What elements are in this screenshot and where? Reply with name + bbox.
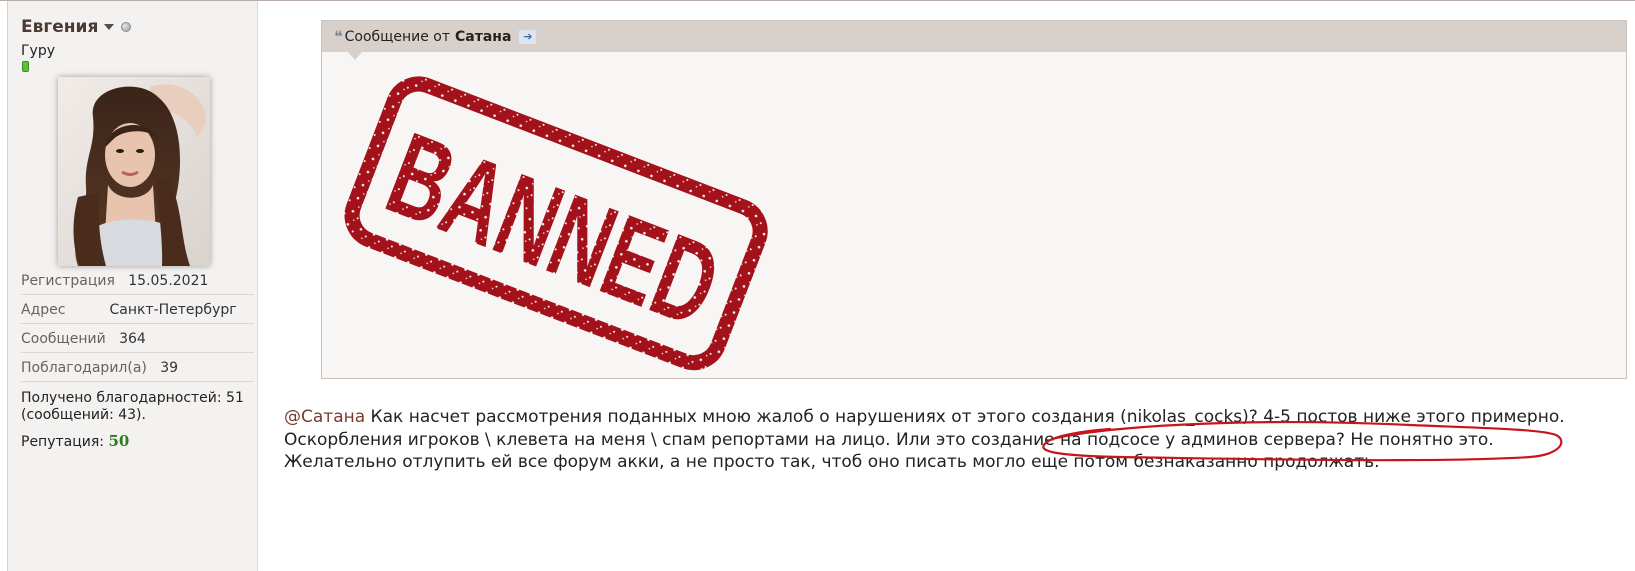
offline-status-icon [121,22,132,32]
chevron-down-icon[interactable] [104,24,115,30]
address-value: Санкт-Петербург [109,302,237,318]
avatar[interactable] [58,77,210,266]
avatar-photo-icon [58,77,210,266]
address-row: Адрес Санкт-Петербург [21,302,254,324]
thanked-row: Поблагодарил(а) 39 [21,360,254,382]
thanks-received: Получено благодарностей: 51 (сообщений: … [21,390,244,423]
registration-row: Регистрация 15.05.2021 [21,273,254,295]
reputation-row: Репутация: 50 [21,432,254,450]
reputation-value: 50 [108,432,130,450]
user-sidebar: Евгения Гуру Регистрация 15.05.2021 Адре… [8,1,258,571]
mention-link[interactable]: @Сатана [284,407,365,427]
view-post-arrow-icon[interactable]: ➔ [519,29,537,44]
thanked-value: 39 [160,360,179,376]
registration-label: Регистрация [21,273,115,289]
username-row[interactable]: Евгения [21,17,132,37]
messages-label: Сообщений [21,331,106,347]
quote-block: ❝ Сообщение от Сатана ➔ BANNED [321,20,1627,379]
banned-stamp-image: BANNED [334,71,779,371]
username-link[interactable]: Евгения [21,17,98,37]
messages-value: 364 [119,331,146,347]
red-annotation-circle [1042,421,1563,462]
user-title: Гуру [21,43,55,59]
quote-author[interactable]: Сатана [455,29,511,45]
rank-bar-icon [22,61,29,72]
reputation-label: Репутация: [21,434,104,450]
quote-header: ❝ Сообщение от Сатана ➔ [322,21,1626,52]
address-label: Адрес [21,302,66,318]
quote-icon: ❝ [334,27,342,46]
thanked-label: Поблагодарил(а) [21,360,147,376]
messages-row: Сообщений 364 [21,331,254,353]
quote-prefix: Сообщение от [344,28,450,45]
quote-notch [348,52,362,60]
registration-value: 15.05.2021 [128,273,209,289]
